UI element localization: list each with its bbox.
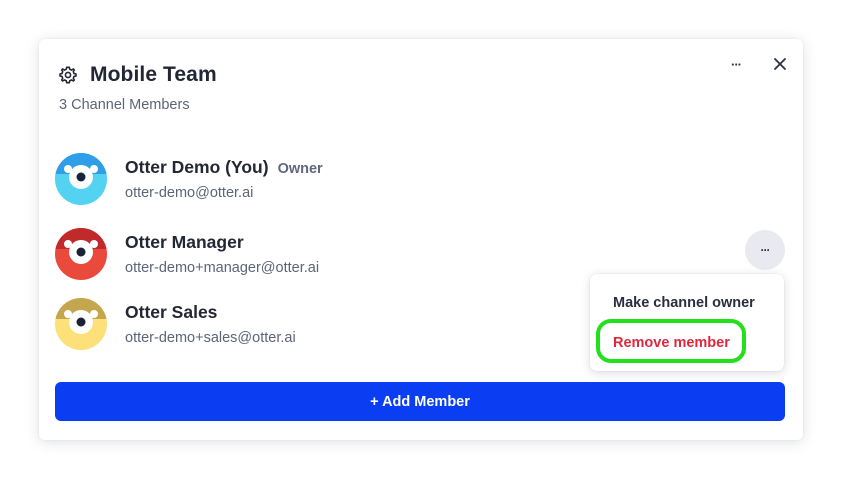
avatar	[55, 228, 107, 280]
member-actions-menu: Make channel owner Remove member	[590, 274, 784, 371]
remove-member-option[interactable]: Remove member	[613, 335, 730, 351]
dialog-header: Mobile Team	[58, 63, 217, 87]
member-count: 3 Channel Members	[59, 97, 190, 113]
avatar	[55, 298, 107, 350]
member-name: Otter Demo (You)	[125, 157, 269, 177]
close-icon	[774, 58, 786, 70]
member-name: Otter Manager	[125, 232, 244, 252]
more-horizontal-icon: ···	[731, 56, 742, 72]
gear-icon[interactable]	[58, 65, 78, 85]
close-button[interactable]	[767, 51, 793, 77]
member-more-button[interactable]: ···	[745, 230, 785, 270]
avatar	[55, 153, 107, 205]
more-options-button[interactable]: ···	[723, 51, 749, 77]
make-channel-owner-option[interactable]: Make channel owner	[613, 295, 755, 311]
member-info: Otter Manager otter-demo+manager@otter.a…	[125, 232, 319, 276]
member-row: Otter Manager otter-demo+manager@otter.a…	[55, 228, 319, 280]
dialog-title: Mobile Team	[90, 63, 217, 86]
member-email: otter-demo@otter.ai	[125, 185, 254, 201]
add-member-button[interactable]: + Add Member	[55, 382, 785, 421]
owner-badge: Owner	[277, 161, 323, 177]
member-row: Otter Sales otter-demo+sales@otter.ai	[55, 298, 296, 350]
member-email: otter-demo+manager@otter.ai	[125, 260, 320, 276]
member-email: otter-demo+sales@otter.ai	[125, 330, 296, 346]
member-name: Otter Sales	[125, 302, 218, 322]
member-info: Otter Sales otter-demo+sales@otter.ai	[125, 302, 296, 346]
channel-members-dialog: ··· Mobile Team 3 Channel Members Otter …	[39, 39, 803, 440]
more-horizontal-icon: ···	[760, 243, 771, 257]
member-info: Otter Demo (You) Owner otter-demo@otter.…	[125, 157, 323, 201]
member-row: Otter Demo (You) Owner otter-demo@otter.…	[55, 153, 323, 205]
header-actions: ···	[723, 51, 793, 77]
